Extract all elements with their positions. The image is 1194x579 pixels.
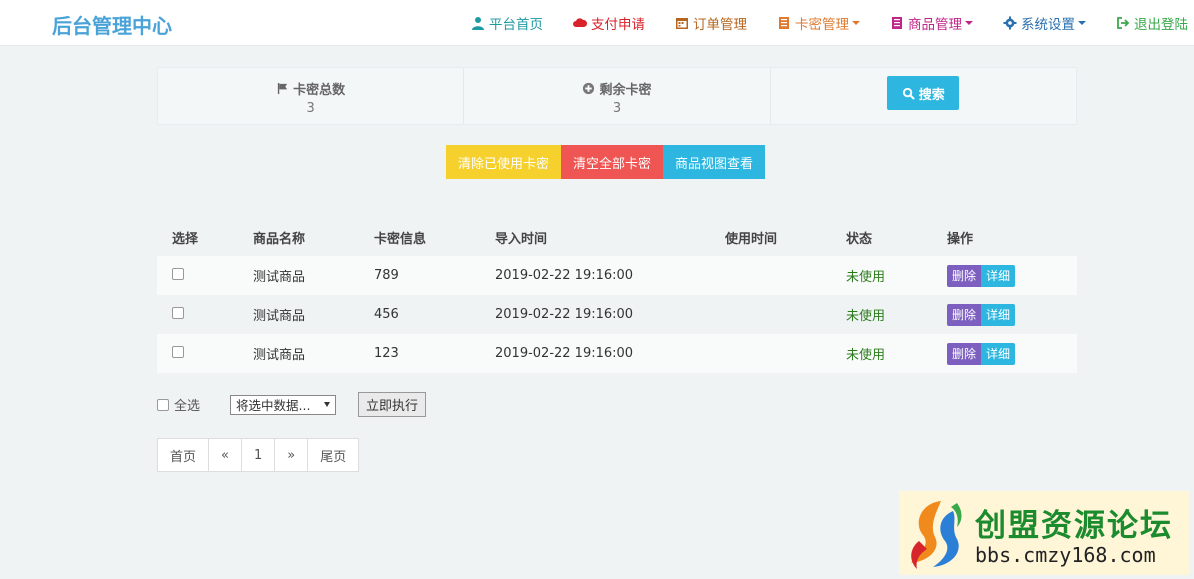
logout-icon: [1117, 17, 1130, 29]
book-icon: [892, 17, 902, 29]
stat-remaining-value: 3: [612, 101, 622, 116]
nav-item-label: 订单管理: [693, 17, 747, 33]
bulk-action-select[interactable]: 将选中数据...: [230, 394, 337, 415]
detail-button[interactable]: 详细: [981, 342, 1016, 365]
select-all-label[interactable]: 全选: [174, 395, 200, 414]
stat-remaining-label: 剩余卡密: [599, 83, 652, 98]
forum-watermark: 创盟资源论坛 bbs.cmzy168.com: [899, 491, 1189, 575]
header-status: 状态: [846, 231, 873, 247]
header-use-time: 使用时间: [725, 231, 778, 247]
brand-title[interactable]: 后台管理中心: [52, 10, 172, 39]
page-next-button[interactable]: »: [275, 439, 309, 471]
gear-icon: [1003, 16, 1017, 30]
cell-status: 未使用: [846, 309, 886, 324]
detail-button[interactable]: 详细: [981, 264, 1016, 287]
cell-product-name: 测试商品: [253, 348, 306, 363]
watermark-title: 创盟资源论坛: [975, 507, 1173, 544]
table-header: 选择 商品名称 卡密信息 导入时间 使用时间 状态 操作: [157, 218, 1077, 256]
stat-total-label: 卡密总数: [293, 83, 346, 98]
watermark-url: bbs.cmzy168.com: [975, 542, 1156, 567]
row-checkbox[interactable]: [172, 345, 184, 358]
row-checkbox[interactable]: [172, 306, 184, 319]
table-row: 测试商品 123 2019-02-22 19:16:00 未使用 删除 详细: [157, 334, 1077, 373]
select-all-checkbox[interactable]: [157, 398, 169, 411]
pagination: 首页 « 1 » 尾页: [157, 438, 360, 472]
header-select: 选择: [172, 231, 199, 247]
page-last-button[interactable]: 尾页: [308, 439, 358, 471]
bulk-actions-bar: 全选 将选中数据... 立即执行: [157, 392, 427, 417]
nav-item-orders[interactable]: 订单管理: [675, 13, 747, 33]
nav-item-label: 卡密管理: [795, 17, 849, 33]
execute-button[interactable]: 立即执行: [358, 392, 427, 417]
calendar-icon: [676, 18, 688, 29]
table-row: 测试商品 456 2019-02-22 19:16:00 未使用 删除 详细: [157, 295, 1077, 334]
cell-status: 未使用: [846, 270, 886, 285]
clear-used-cards-button[interactable]: 清除已使用卡密: [446, 145, 562, 179]
nav-item-settings[interactable]: 系统设置: [1003, 13, 1086, 33]
row-checkbox[interactable]: [172, 267, 184, 280]
stat-search: 搜索: [771, 68, 1076, 124]
header-product-name: 商品名称: [253, 231, 306, 247]
cell-import-time: 2019-02-22 19:16:00: [495, 268, 634, 283]
chevron-down-icon: [852, 21, 860, 25]
cell-card-info: 456: [374, 307, 399, 322]
header-card-info: 卡密信息: [374, 231, 427, 247]
header-import-time: 导入时间: [495, 231, 548, 247]
stat-total-value: 3: [306, 101, 315, 116]
forum-logo-icon: [911, 501, 962, 569]
nav-item-products[interactable]: 商品管理: [890, 13, 973, 33]
user-icon: [472, 17, 484, 30]
nav-item-home[interactable]: 平台首页: [471, 13, 543, 33]
plus-circle-icon: [583, 82, 595, 95]
delete-button[interactable]: 删除: [947, 303, 982, 326]
action-buttons: 清除已使用卡密 清空全部卡密 商品视图查看: [446, 145, 766, 179]
cell-product-name: 测试商品: [253, 309, 306, 324]
cell-product-name: 测试商品: [253, 270, 306, 285]
book-icon: [779, 17, 789, 29]
nav-item-logout[interactable]: 退出登陆: [1116, 13, 1188, 33]
page-first-button[interactable]: 首页: [158, 439, 210, 471]
cell-status: 未使用: [846, 348, 886, 363]
cell-import-time: 2019-02-22 19:16:00: [495, 307, 634, 322]
product-view-button[interactable]: 商品视图查看: [663, 145, 766, 179]
cell-card-info: 123: [374, 346, 399, 361]
cloud-icon: [573, 18, 587, 27]
flag-icon: [278, 82, 288, 95]
search-button-label: 搜索: [918, 87, 945, 103]
nav-menu: 平台首页 支付申请 订单管理 卡密管理 商品管理 系统设置 退出登陆: [441, 0, 1188, 46]
page-current[interactable]: 1: [242, 439, 276, 471]
nav-item-payment[interactable]: 支付申请: [573, 13, 645, 33]
cell-import-time: 2019-02-22 19:16:00: [495, 346, 634, 361]
chevron-down-icon: [324, 402, 331, 407]
nav-item-label: 平台首页: [489, 17, 543, 33]
detail-button[interactable]: 详细: [981, 303, 1016, 326]
nav-item-label: 退出登陆: [1134, 17, 1188, 33]
stat-remaining: 剩余卡密 3: [464, 68, 771, 124]
top-navbar: 后台管理中心 平台首页 支付申请 订单管理 卡密管理 商品管理 系统设置 退出登…: [0, 0, 1194, 46]
stats-panel: 卡密总数 3 剩余卡密 3 搜索: [157, 67, 1077, 125]
search-icon: [902, 87, 915, 100]
nav-item-label: 系统设置: [1021, 17, 1075, 33]
delete-button[interactable]: 删除: [947, 342, 982, 365]
chevron-down-icon: [965, 21, 973, 25]
chevron-down-icon: [1078, 21, 1086, 25]
nav-item-label: 商品管理: [908, 17, 962, 33]
cards-table: 选择 商品名称 卡密信息 导入时间 使用时间 状态 操作 测试商品 789 20…: [157, 218, 1077, 373]
nav-item-label: 支付申请: [591, 17, 645, 33]
table-row: 测试商品 789 2019-02-22 19:16:00 未使用 删除 详细: [157, 256, 1077, 295]
stat-total: 卡密总数 3: [158, 68, 465, 124]
clear-all-cards-button[interactable]: 清空全部卡密: [561, 145, 664, 179]
delete-button[interactable]: 删除: [947, 264, 982, 287]
page-prev-button[interactable]: «: [209, 439, 242, 471]
nav-item-cards[interactable]: 卡密管理: [777, 13, 860, 33]
search-button[interactable]: 搜索: [887, 76, 960, 110]
bulk-action-select-value: 将选中数据...: [236, 398, 311, 413]
cell-card-info: 789: [374, 268, 399, 283]
header-actions: 操作: [947, 231, 974, 247]
